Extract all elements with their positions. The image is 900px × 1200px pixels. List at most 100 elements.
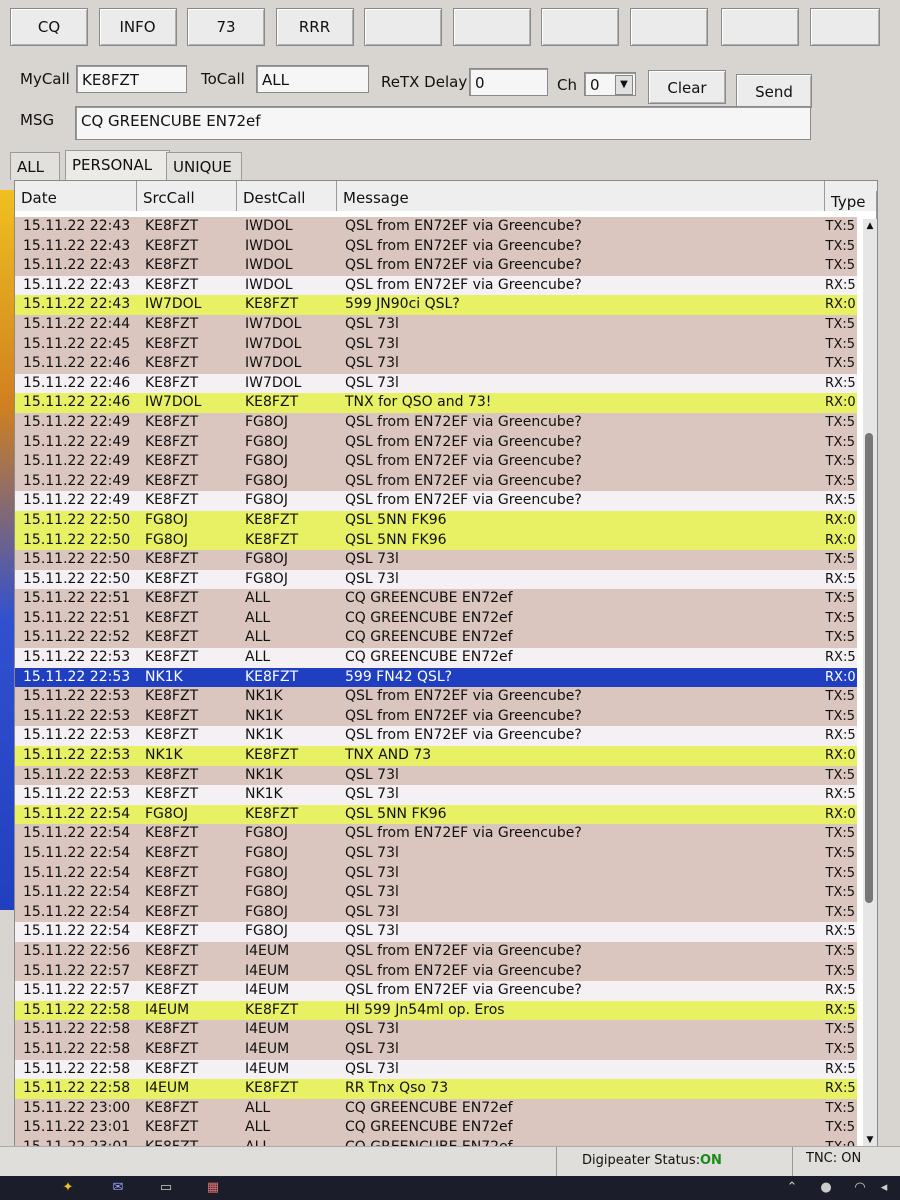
table-row[interactable]: 15.11.22 22:54 KE8FZT FG8OJ QSL 73l TX:5 <box>15 902 857 923</box>
info-button[interactable]: INFO <box>98 8 177 46</box>
send-button[interactable]: Send <box>736 74 812 108</box>
window-icon[interactable]: ▭ <box>158 1180 174 1196</box>
macro-button-10[interactable] <box>809 8 880 46</box>
column-header-message[interactable]: Message <box>337 181 825 211</box>
table-row[interactable]: 15.11.22 22:50 FG8OJ KE8FZT QSL 5NN FK96 RX:… <box>15 530 857 551</box>
table-row[interactable]: 15.11.22 22:53 KE8FZT NK1K QSL from EN72EF … <box>15 726 857 747</box>
chevron-up-icon[interactable]: ⌃ <box>784 1180 800 1196</box>
column-header-date[interactable]: Date <box>15 181 137 211</box>
table-row[interactable]: 15.11.22 22:50 KE8FZT FG8OJ QSL 73l RX:5 <box>15 569 857 590</box>
table-row[interactable]: 15.11.22 22:46 IW7DOL KE8FZT TNX for QSO an… <box>15 393 857 413</box>
table-row[interactable]: 15.11.22 22:52 KE8FZT ALL CQ GREENCUBE EN72… <box>15 628 857 649</box>
table-row[interactable]: 15.11.22 22:54 KE8FZT FG8OJ QSL 73l TX:5 <box>15 863 857 884</box>
scroll-up-icon[interactable]: ▲ <box>863 219 877 233</box>
table-row[interactable]: 15.11.22 22:53 NK1K KE8FZT 599 FN42 QSL? RX:… <box>15 667 857 688</box>
cell-destcall: I4EUM <box>245 1060 290 1077</box>
table-row[interactable]: 15.11.22 22:54 FG8OJ KE8FZT QSL 5NN FK96 RX:… <box>15 804 857 825</box>
table-row[interactable]: 15.11.22 22:53 NK1K KE8FZT TNX AND 73 RX:0 <box>15 746 857 766</box>
table-row[interactable]: 15.11.22 22:56 KE8FZT I4EUM QSL from EN72EF… <box>15 941 857 962</box>
column-header-srccall[interactable]: SrcCall <box>137 181 237 211</box>
cell-message: QSL 73l <box>345 315 399 332</box>
table-row[interactable]: 15.11.22 22:53 KE8FZT NK1K QSL 73l RX:5 <box>15 785 857 805</box>
cell-message: QSL 73l <box>345 766 399 783</box>
table-row[interactable]: 15.11.22 22:49 KE8FZT FG8OJ QSL from EN72EF… <box>15 491 857 511</box>
table-row[interactable]: 15.11.22 22:57 KE8FZT I4EUM QSL from EN72EF… <box>15 961 857 982</box>
cell-type: RX:5 <box>825 493 855 509</box>
table-row[interactable]: 15.11.22 22:49 KE8FZT FG8OJ QSL from EN72EF… <box>15 432 857 453</box>
table-row[interactable]: 15.11.22 22:54 KE8FZT FG8OJ QSL 73l RX:5 <box>15 922 857 942</box>
macro-button-6[interactable] <box>452 8 531 46</box>
table-row[interactable]: 15.11.22 22:54 KE8FZT FG8OJ QSL 73l TX:5 <box>15 844 857 864</box>
table-row[interactable]: 15.11.22 22:49 KE8FZT FG8OJ QSL from EN72EF… <box>15 412 857 433</box>
cell-destcall: FG8OJ <box>245 923 288 940</box>
table-row[interactable]: 15.11.22 22:49 KE8FZT FG8OJ QSL from EN72EF… <box>15 452 857 472</box>
retx-delay-field[interactable]: 0 <box>469 68 548 96</box>
table-row[interactable]: 15.11.22 23:01 KE8FZT ALL CQ GREENCUBE EN72… <box>15 1118 857 1138</box>
73-button[interactable]: 73 <box>187 8 265 46</box>
table-row[interactable]: 15.11.22 22:44 KE8FZT IW7DOL QSL 73l TX:5 <box>15 314 857 335</box>
table-row[interactable]: 15.11.22 22:49 KE8FZT FG8OJ QSL from EN72EF… <box>15 471 857 492</box>
table-row[interactable]: 15.11.22 22:46 KE8FZT IW7DOL QSL 73l RX:5 <box>15 373 857 394</box>
tocall-field[interactable]: ALL <box>256 65 369 93</box>
column-header-destcall[interactable]: DestCall <box>237 181 337 211</box>
table-row[interactable]: 15.11.22 22:43 KE8FZT IWDOL QSL from EN72EF… <box>15 256 857 276</box>
table-row[interactable]: 15.11.22 22:53 KE8FZT NK1K QSL from EN72EF … <box>15 706 857 727</box>
cell-destcall: FG8OJ <box>245 453 288 470</box>
cell-srccall: KE8FZT <box>145 590 199 607</box>
tab-personal[interactable]: PERSONAL <box>65 150 170 182</box>
channel-select[interactable]: 0 ▼ <box>584 72 636 96</box>
wifi-icon[interactable]: ◠ <box>852 1180 868 1196</box>
table-row[interactable]: 15.11.22 22:50 KE8FZT FG8OJ QSL 73l TX:5 <box>15 550 857 570</box>
macro-button-7[interactable] <box>541 8 619 46</box>
cell-type: RX:5 <box>825 277 855 293</box>
macro-toolbar: CQ INFO 73 RRR <box>10 8 900 48</box>
scroll-down-icon[interactable]: ▼ <box>863 1133 877 1147</box>
scrollbar-thumb[interactable] <box>865 433 873 903</box>
tnc-status: TNC: ON <box>806 1151 862 1166</box>
microphone-icon[interactable]: ● <box>818 1180 834 1196</box>
table-row[interactable]: 15.11.22 22:43 KE8FZT IWDOL QSL from EN72EF… <box>15 275 857 296</box>
table-row[interactable]: 15.11.22 22:51 KE8FZT ALL CQ GREENCUBE EN72… <box>15 589 857 609</box>
table-row[interactable]: 15.11.22 22:58 KE8FZT I4EUM QSL 73l TX:5 <box>15 1039 857 1060</box>
macro-button-9[interactable] <box>721 8 799 46</box>
table-row[interactable]: 15.11.22 22:43 IW7DOL KE8FZT 599 JN90ci QSL… <box>15 295 857 315</box>
tab-all[interactable]: ALL <box>10 152 60 180</box>
table-row[interactable]: 15.11.22 22:51 KE8FZT ALL CQ GREENCUBE EN72… <box>15 608 857 629</box>
tab-unique[interactable]: UNIQUE <box>166 152 242 180</box>
table-row[interactable]: 15.11.22 22:50 FG8OJ KE8FZT QSL 5NN FK96 RX:… <box>15 510 857 531</box>
table-row[interactable]: 15.11.22 22:43 KE8FZT IWDOL QSL from EN72EF… <box>15 236 857 257</box>
grid-icon[interactable]: ▦ <box>205 1180 221 1196</box>
table-row[interactable]: 15.11.22 22:53 KE8FZT ALL CQ GREENCUBE EN72… <box>15 648 857 668</box>
table-row[interactable]: 15.11.22 22:43 KE8FZT IWDOL QSL from EN72EF… <box>15 217 857 237</box>
macro-button-5[interactable] <box>364 8 442 46</box>
table-row[interactable]: 15.11.22 22:46 KE8FZT IW7DOL QSL 73l TX:5 <box>15 354 857 374</box>
app-icon[interactable]: ✦ <box>60 1180 76 1196</box>
table-row[interactable]: 15.11.22 23:00 KE8FZT ALL CQ GREENCUBE EN72… <box>15 1098 857 1119</box>
table-row[interactable]: 15.11.22 22:45 KE8FZT IW7DOL QSL 73l TX:5 <box>15 334 857 355</box>
speaker-icon[interactable]: ◂ <box>876 1180 892 1196</box>
table-row[interactable]: 15.11.22 22:54 KE8FZT FG8OJ QSL 73l TX:5 <box>15 883 857 903</box>
vertical-scrollbar[interactable]: ▲ ▼ <box>863 219 877 1147</box>
table-row[interactable]: 15.11.22 22:58 I4EUM KE8FZT HI 599 Jn54ml o… <box>15 1000 857 1021</box>
chevron-down-icon[interactable]: ▼ <box>615 75 633 95</box>
cell-date: 15.11.22 22:58 <box>23 1080 131 1097</box>
cell-date: 15.11.22 22:46 <box>23 394 131 411</box>
table-row[interactable]: 15.11.22 22:54 KE8FZT FG8OJ QSL from EN72EF… <box>15 824 857 844</box>
macro-button-8[interactable] <box>629 8 708 46</box>
message-field[interactable]: CQ GREENCUBE EN72ef <box>75 106 811 140</box>
cell-type: RX:0 <box>825 806 855 822</box>
mail-icon[interactable]: ✉ <box>110 1180 126 1196</box>
mycall-field[interactable]: KE8FZT <box>76 65 187 93</box>
cell-destcall: FG8OJ <box>245 570 288 587</box>
table-row[interactable]: 15.11.22 22:58 KE8FZT I4EUM QSL 73l RX:5 <box>15 1059 857 1080</box>
clear-button[interactable]: Clear <box>648 70 726 104</box>
cell-message: CQ GREENCUBE EN72ef <box>345 649 513 666</box>
retx-delay-label: ReTX Delay <box>381 73 468 91</box>
table-row[interactable]: 15.11.22 22:57 KE8FZT I4EUM QSL from EN72EF… <box>15 981 857 1001</box>
rrr-button[interactable]: RRR <box>275 8 354 46</box>
cq-button[interactable]: CQ <box>10 8 88 46</box>
table-row[interactable]: 15.11.22 22:53 KE8FZT NK1K QSL 73l TX:5 <box>15 765 857 786</box>
table-row[interactable]: 15.11.22 22:58 I4EUM KE8FZT RR Tnx Qso 73 RX… <box>15 1079 857 1099</box>
table-row[interactable]: 15.11.22 22:58 KE8FZT I4EUM QSL 73l TX:5 <box>15 1020 857 1040</box>
table-row[interactable]: 15.11.22 22:53 KE8FZT NK1K QSL from EN72EF … <box>15 687 857 707</box>
